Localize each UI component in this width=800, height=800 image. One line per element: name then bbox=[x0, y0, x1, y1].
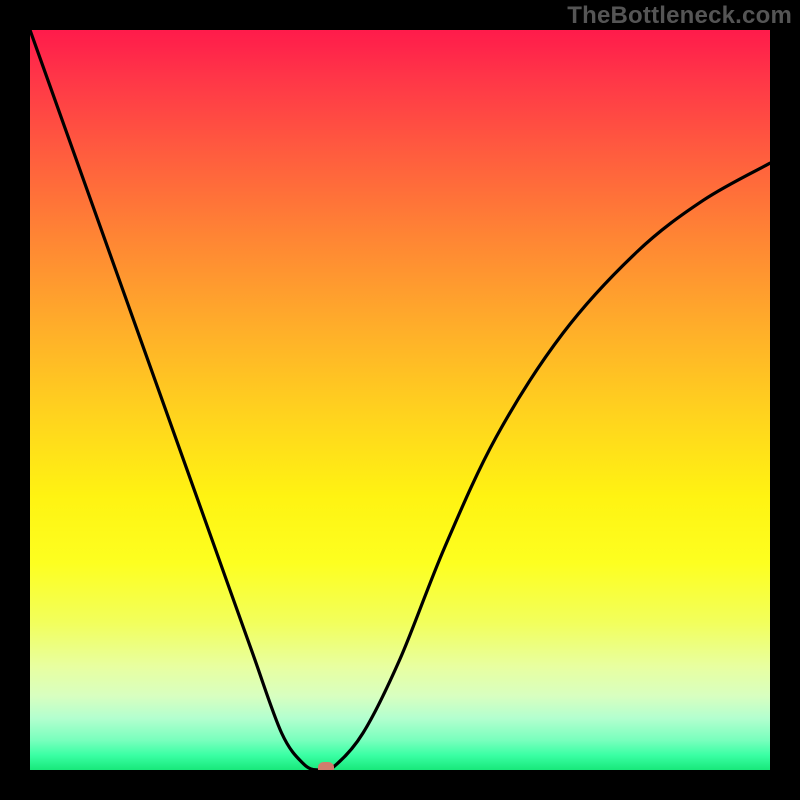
watermark-text: TheBottleneck.com bbox=[567, 2, 792, 30]
plot-area bbox=[30, 30, 770, 770]
current-config-marker bbox=[318, 762, 334, 770]
curve-path bbox=[30, 30, 770, 770]
bottleneck-curve bbox=[30, 30, 770, 770]
chart-frame bbox=[30, 30, 770, 770]
